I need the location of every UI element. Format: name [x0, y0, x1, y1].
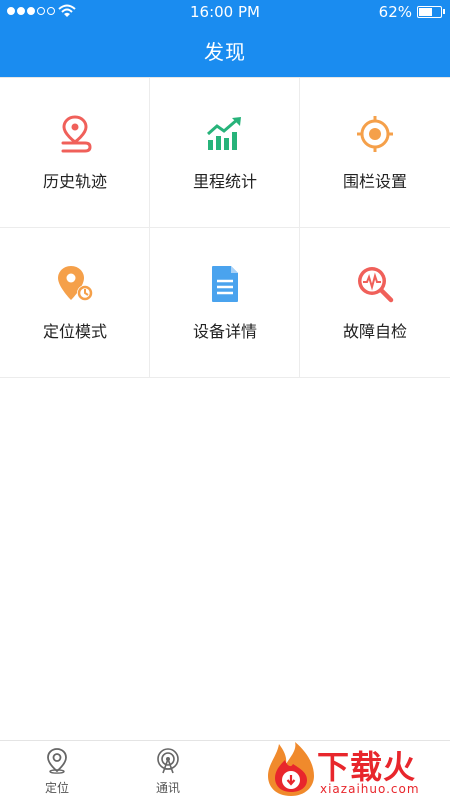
grid-item-mileage-stats[interactable]: 里程统计	[150, 78, 300, 228]
bar-chart-trend-icon	[207, 117, 241, 150]
battery-cap	[443, 9, 445, 14]
grid-item-label: 围栏设置	[342, 172, 407, 191]
grid-item-label: 故障自检	[342, 322, 407, 341]
site-watermark: 下载火 xiazaihuo.com	[265, 738, 450, 800]
battery-fill	[419, 8, 432, 16]
tab-communication[interactable]: 通讯	[138, 741, 198, 800]
grid-item-label: 设备详情	[192, 322, 257, 341]
tab-location[interactable]: 定位	[27, 741, 87, 800]
flame-logo-icon	[268, 742, 314, 796]
page-title: 发现	[204, 40, 246, 64]
grid-item-label: 里程统计	[192, 172, 257, 191]
document-icon	[212, 266, 238, 302]
grid-item-fence-settings[interactable]: 围栏设置	[300, 78, 450, 228]
target-icon	[357, 116, 393, 152]
header-bar: 16:00 PM 62% 发现	[0, 0, 450, 77]
battery-icon	[417, 6, 442, 18]
grid-item-label: 定位模式	[42, 322, 107, 341]
diagnostic-search-icon	[358, 267, 394, 303]
grid-item-fault-check[interactable]: 故障自检	[300, 228, 450, 378]
grid-item-label: 历史轨迹	[42, 172, 107, 191]
location-pin-icon	[47, 748, 67, 774]
feature-grid: 历史轨迹 里程统计 围栏设置 定位模式 设备详情 故障自检	[0, 77, 450, 378]
antenna-icon	[157, 748, 179, 774]
watermark-url: xiazaihuo.com	[320, 782, 420, 796]
location-track-icon	[61, 115, 92, 153]
grid-item-history-track[interactable]: 历史轨迹	[0, 78, 150, 228]
grid-item-device-details[interactable]: 设备详情	[150, 228, 300, 378]
tab-label: 通讯	[155, 781, 180, 795]
battery-percentage: 62%	[378, 3, 412, 21]
tab-label: 定位	[44, 781, 69, 795]
location-mode-icon	[58, 266, 93, 301]
grid-item-location-mode[interactable]: 定位模式	[0, 228, 150, 378]
status-bar: 16:00 PM 62%	[0, 0, 450, 24]
